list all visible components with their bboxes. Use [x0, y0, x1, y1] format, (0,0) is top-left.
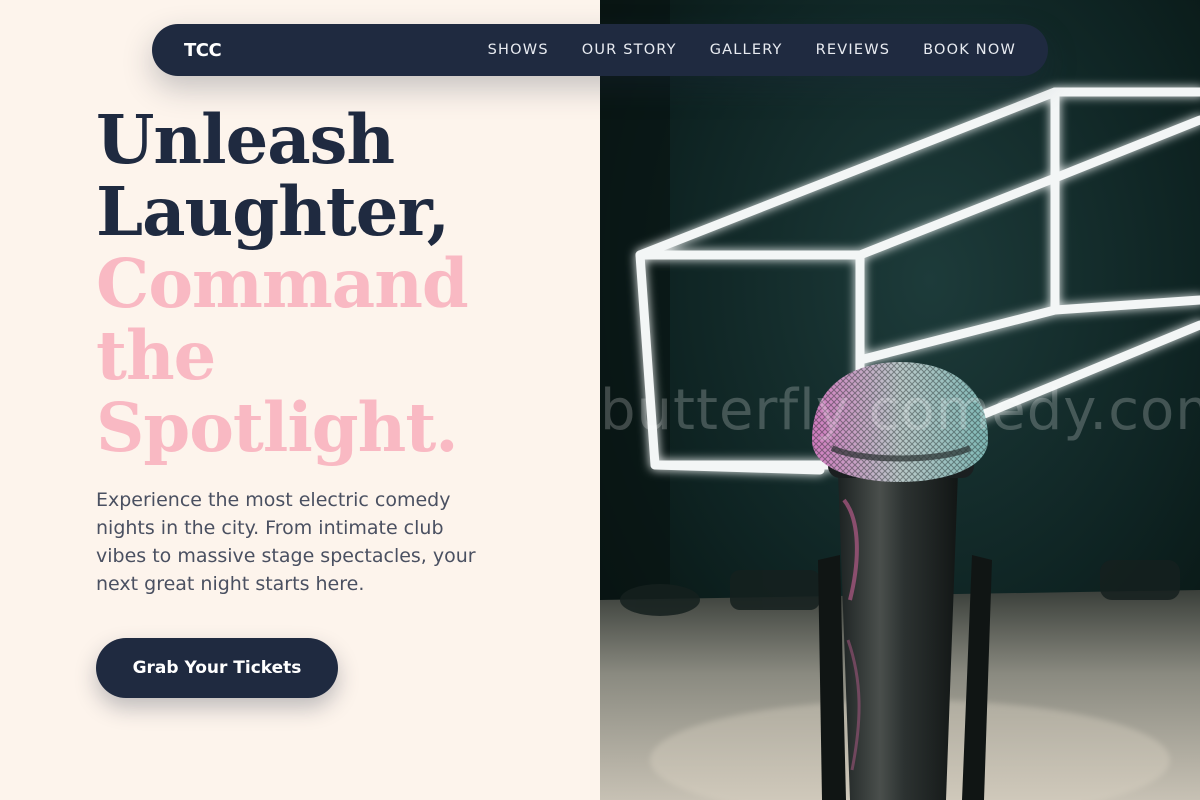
watermark-text: butterfly comedy.com — [600, 378, 1200, 443]
hero-heading-accent-line: Command — [96, 244, 469, 323]
nav-link-shows[interactable]: SHOWS — [488, 42, 549, 58]
nav-link-book-now[interactable]: BOOK NOW — [923, 42, 1016, 58]
nav-links: SHOWS OUR STORY GALLERY REVIEWS BOOK NOW — [488, 42, 1016, 58]
hero-left-panel: Unleash Laughter, Command the Spotlight.… — [0, 0, 600, 800]
hero-heading: Unleash Laughter, Command the Spotlight. — [96, 104, 566, 464]
hero-photo: butterfly comedy.com — [600, 0, 1200, 800]
main-navbar: TCC SHOWS OUR STORY GALLERY REVIEWS BOOK… — [152, 24, 1048, 76]
hero-heading-line: Laughter, — [96, 172, 450, 251]
nav-link-gallery[interactable]: GALLERY — [710, 42, 783, 58]
nav-link-reviews[interactable]: REVIEWS — [816, 42, 891, 58]
hero-heading-accent-line: the — [96, 316, 216, 395]
hero-description: Experience the most electric comedy nigh… — [96, 489, 476, 595]
hero-heading-line: Unleash — [96, 100, 395, 179]
nav-link-our-story[interactable]: OUR STORY — [582, 42, 677, 58]
grab-tickets-button[interactable]: Grab Your Tickets — [96, 638, 338, 698]
hero-heading-accent-line: Spotlight. — [96, 388, 459, 467]
brand-logo[interactable]: TCC — [184, 40, 222, 61]
